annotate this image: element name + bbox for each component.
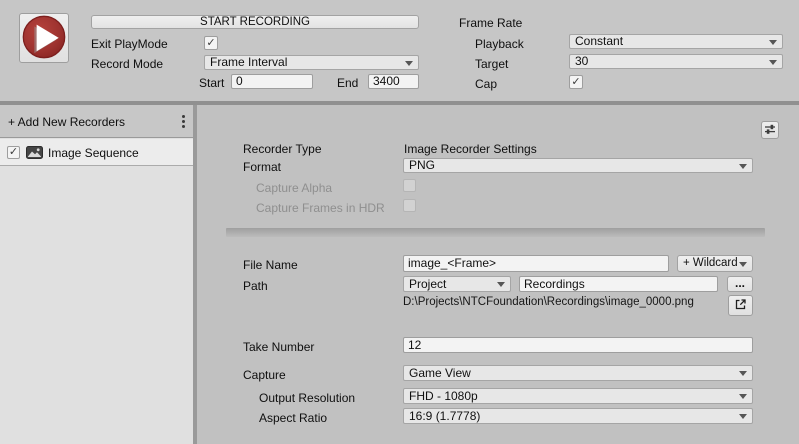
- playback-value: Constant: [575, 34, 624, 48]
- end-label: End: [337, 76, 359, 90]
- recorder-window: START RECORDING Exit PlayMode ✓ Record M…: [0, 0, 799, 444]
- add-new-recorders-button[interactable]: + Add New Recorders: [0, 105, 193, 138]
- take-number-label: Take Number: [243, 340, 315, 354]
- record-mode-label: Record Mode: [91, 57, 164, 71]
- recorder-item-label: Image Sequence: [48, 146, 139, 160]
- exit-playmode-label: Exit PlayMode: [91, 37, 168, 51]
- output-resolution-dropdown[interactable]: FHD - 1080p: [403, 388, 753, 404]
- recorder-type-label: Recorder Type: [243, 142, 322, 156]
- preset-button[interactable]: [761, 121, 779, 139]
- frame-rate-title: Frame Rate: [459, 16, 523, 30]
- target-fps-value: 30: [575, 54, 589, 68]
- recorder-list-panel: + Add New Recorders ✓ Image Sequence: [0, 105, 193, 444]
- target-fps-dropdown[interactable]: 30: [569, 54, 783, 69]
- chevron-down-icon: [497, 282, 505, 287]
- recorder-enabled-checkbox[interactable]: ✓: [7, 146, 20, 159]
- check-icon: ✓: [571, 76, 581, 88]
- chevron-down-icon: [739, 371, 747, 376]
- format-label: Format: [243, 160, 282, 174]
- capture-source-dropdown[interactable]: Game View: [403, 365, 753, 381]
- open-path-button[interactable]: [728, 295, 753, 316]
- chevron-down-icon: [739, 261, 747, 267]
- chevron-down-icon: [739, 394, 747, 399]
- start-label: Start: [199, 76, 225, 90]
- end-frame-input[interactable]: 3400: [368, 74, 419, 89]
- format-value: PNG: [409, 158, 436, 172]
- capture-label: Capture: [243, 368, 286, 382]
- resolved-path-text: D:\Projects\NTCFoundation\Recordings\ima…: [403, 296, 694, 308]
- path-input[interactable]: Recordings: [519, 276, 718, 292]
- recorder-type-value: Image Recorder Settings: [404, 142, 537, 156]
- add-new-recorders-label: + Add New Recorders: [8, 115, 126, 129]
- capture-alpha-label: Capture Alpha: [256, 181, 333, 195]
- chevron-down-icon: [769, 39, 777, 45]
- transport-panel: START RECORDING Exit PlayMode ✓ Record M…: [0, 0, 799, 101]
- path-label: Path: [243, 279, 268, 293]
- take-number-input[interactable]: 12: [403, 337, 753, 353]
- external-link-icon: [734, 298, 747, 314]
- start-recording-button[interactable]: START RECORDING: [91, 15, 419, 29]
- wildcard-button[interactable]: + Wildcard: [677, 255, 753, 272]
- chevron-down-icon: [405, 60, 413, 66]
- chevron-down-icon: [739, 163, 747, 169]
- exit-playmode-checkbox[interactable]: ✓: [204, 36, 218, 50]
- file-name-input[interactable]: image_<Frame>: [403, 255, 669, 272]
- output-resolution-value: FHD - 1080p: [409, 389, 478, 403]
- capture-source-value: Game View: [409, 366, 471, 380]
- check-icon: ✓: [206, 37, 216, 49]
- file-name-label: File Name: [243, 258, 298, 272]
- section-separator: [226, 228, 765, 237]
- chevron-down-icon: [769, 59, 777, 65]
- preset-sliders-icon: [764, 123, 776, 138]
- target-label: Target: [475, 57, 509, 71]
- record-mode-dropdown[interactable]: Frame Interval: [204, 55, 419, 70]
- capture-hdr-label: Capture Frames in HDR: [256, 201, 385, 215]
- start-frame-input[interactable]: 0: [231, 74, 313, 89]
- list-item-image-sequence[interactable]: ✓ Image Sequence: [0, 139, 193, 166]
- playback-label: Playback: [475, 37, 524, 51]
- image-sequence-icon: [26, 146, 43, 162]
- browse-button[interactable]: ...: [727, 276, 753, 292]
- check-icon: ✓: [8, 146, 19, 158]
- kebab-menu-icon[interactable]: [181, 115, 185, 128]
- wildcard-button-label: + Wildcard: [683, 257, 738, 269]
- chevron-down-icon: [739, 414, 747, 419]
- path-root-value: Project: [409, 277, 447, 291]
- cap-checkbox[interactable]: ✓: [569, 75, 583, 89]
- playback-dropdown[interactable]: Constant: [569, 34, 783, 49]
- path-root-dropdown[interactable]: Project: [403, 276, 511, 292]
- format-dropdown[interactable]: PNG: [403, 158, 753, 173]
- output-resolution-label: Output Resolution: [259, 391, 356, 405]
- aspect-ratio-value: 16:9 (1.7778): [409, 409, 481, 423]
- cap-label: Cap: [475, 77, 498, 91]
- capture-hdr-checkbox: [403, 199, 416, 212]
- aspect-ratio-label: Aspect Ratio: [259, 411, 328, 425]
- capture-alpha-checkbox: [403, 179, 416, 192]
- record-mode-value: Frame Interval: [210, 55, 288, 69]
- aspect-ratio-dropdown[interactable]: 16:9 (1.7778): [403, 408, 753, 424]
- record-play-icon: [21, 14, 67, 63]
- record-button[interactable]: [19, 13, 69, 63]
